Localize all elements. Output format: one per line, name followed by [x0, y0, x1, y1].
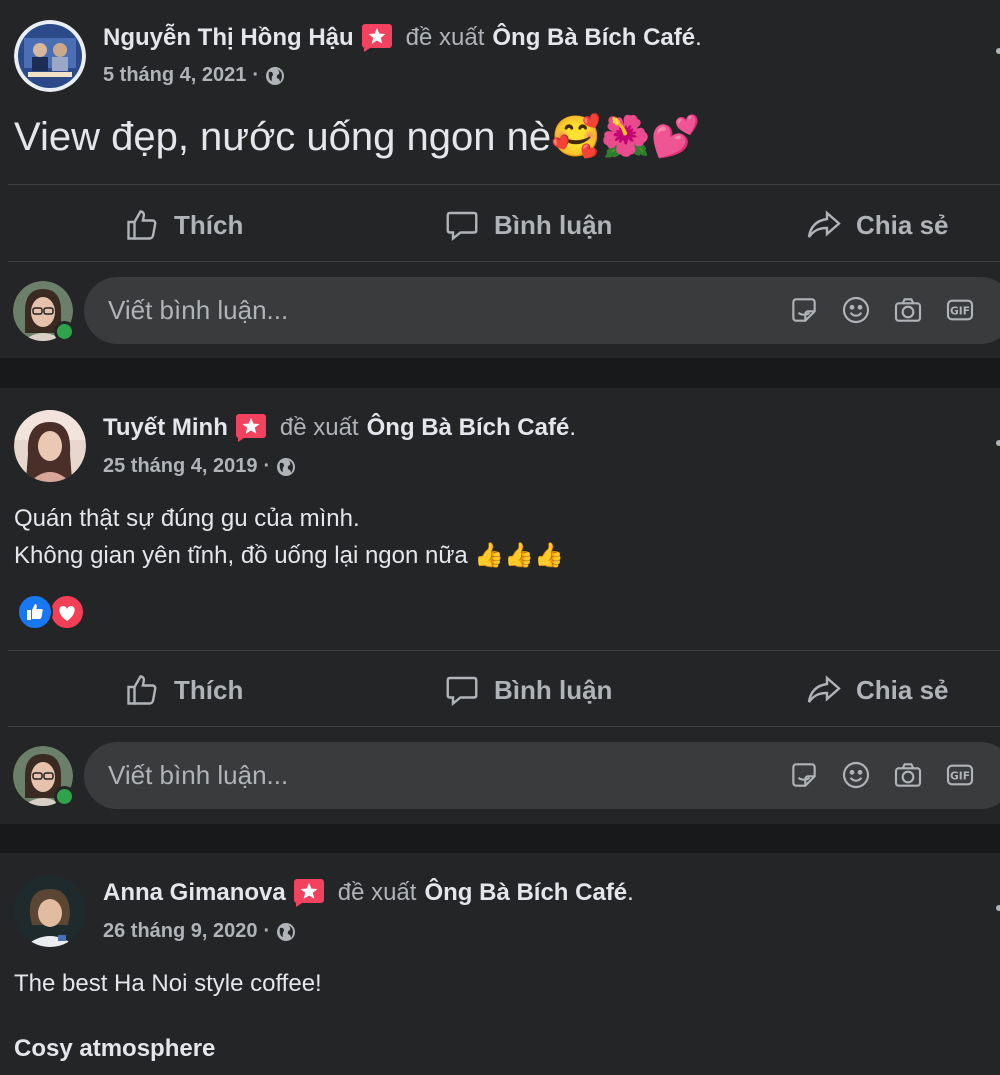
page-name-link[interactable]: Ông Bà Bích Café	[367, 414, 570, 442]
comment-input-box[interactable]: GIF	[84, 742, 1000, 809]
more-options-icon[interactable]	[996, 48, 1000, 54]
date-separator: ·	[263, 920, 271, 942]
post-text-line: Quán thật sự đúng gu của mình.	[14, 505, 360, 532]
thumbs-up-icon	[127, 675, 157, 705]
sticker-icon[interactable]	[788, 294, 820, 326]
post-header: Nguyễn Thị Hồng Hậu đề xuất Ông Bà Bích …	[103, 24, 702, 52]
post-header: Anna Gimanova đề xuất Ông Bà Bích Café .	[103, 879, 634, 907]
comment-label: Bình luận	[494, 209, 613, 240]
comment-input-box[interactable]: GIF	[84, 277, 1000, 344]
like-reaction-icon	[17, 594, 53, 630]
more-options-icon[interactable]	[996, 905, 1000, 911]
post-text-line: The best Ha Noi style coffee!	[14, 970, 322, 997]
comment-composer: GIF	[0, 742, 1000, 812]
post-text-line: Không gian yên tĩnh, đồ uống lại ngon nữ…	[14, 542, 565, 569]
comment-input[interactable]	[106, 759, 750, 792]
post-date[interactable]: 5 tháng 4, 2021	[103, 64, 246, 87]
period: .	[569, 414, 576, 441]
current-user-avatar[interactable]	[13, 746, 75, 807]
divider	[8, 261, 1000, 262]
globe-icon	[265, 66, 285, 86]
gif-icon[interactable]: GIF	[944, 294, 976, 326]
smiley-icon[interactable]	[840, 759, 872, 791]
date-separator: ·	[252, 64, 260, 86]
share-label: Chia sẻ	[856, 674, 949, 705]
comment-button[interactable]: Bình luận	[444, 660, 612, 720]
period: .	[627, 879, 634, 906]
post-text-line: Cosy atmosphere	[14, 1035, 216, 1062]
post-meta: 5 tháng 4, 2021 ·	[103, 64, 285, 87]
like-label: Thích	[174, 674, 244, 705]
author-avatar[interactable]	[14, 410, 86, 482]
online-status-dot	[54, 321, 75, 342]
author-avatar[interactable]	[14, 20, 86, 92]
divider	[8, 650, 1000, 651]
current-user-avatar[interactable]	[13, 281, 75, 342]
svg-text:GIF: GIF	[950, 305, 970, 318]
love-reaction-icon	[49, 594, 85, 630]
comment-composer: GIF	[0, 277, 1000, 347]
speech-bubble-icon	[446, 211, 478, 241]
page-name-link[interactable]: Ông Bà Bích Café	[424, 879, 627, 907]
sticker-icon[interactable]	[788, 759, 820, 791]
post-header: Tuyết Minh đề xuất Ông Bà Bích Café .	[103, 414, 576, 442]
comment-label: Bình luận	[494, 674, 613, 705]
author-name[interactable]: Anna Gimanova	[103, 879, 286, 907]
comment-input[interactable]	[106, 294, 750, 327]
globe-icon	[276, 457, 296, 477]
speech-bubble-icon	[446, 676, 478, 706]
camera-icon[interactable]	[892, 759, 924, 791]
divider	[8, 726, 1000, 727]
share-arrow-icon	[807, 210, 841, 238]
comment-button[interactable]: Bình luận	[444, 195, 612, 255]
review-post: Anna Gimanova đề xuất Ông Bà Bích Café .…	[0, 853, 1000, 1075]
date-separator: ·	[263, 455, 271, 477]
reaction-summary[interactable]	[17, 594, 87, 630]
smiley-icon[interactable]	[840, 294, 872, 326]
recommend-flag-icon	[235, 414, 266, 442]
page-name-link[interactable]: Ông Bà Bích Café	[492, 24, 695, 52]
post-meta: 25 tháng 4, 2019 ·	[103, 455, 296, 478]
author-name[interactable]: Tuyết Minh	[103, 414, 228, 442]
recommend-text: đề xuất	[337, 879, 417, 906]
recommend-text: đề xuất	[279, 414, 359, 441]
thumbs-up-icon	[127, 210, 157, 240]
review-post: Tuyết Minh đề xuất Ông Bà Bích Café . 25…	[0, 388, 1000, 824]
share-button[interactable]: Chia sẻ	[806, 195, 949, 255]
gif-icon[interactable]: GIF	[944, 759, 976, 791]
svg-text:GIF: GIF	[950, 770, 970, 783]
camera-icon[interactable]	[892, 294, 924, 326]
divider	[8, 184, 1000, 185]
recommend-flag-icon	[361, 24, 392, 52]
post-actions: Thích Bình luận Chia sẻ	[0, 195, 1000, 255]
post-date[interactable]: 25 tháng 4, 2019	[103, 455, 258, 478]
post-date[interactable]: 26 tháng 9, 2020	[103, 920, 258, 943]
post-meta: 26 tháng 9, 2020 ·	[103, 920, 296, 943]
like-label: Thích	[174, 209, 244, 240]
author-name[interactable]: Nguyễn Thị Hồng Hậu	[103, 24, 354, 52]
share-label: Chia sẻ	[856, 209, 949, 240]
recommend-flag-icon	[293, 879, 324, 907]
share-button[interactable]: Chia sẻ	[806, 660, 949, 720]
globe-icon	[276, 922, 296, 942]
like-button[interactable]: Thích	[124, 660, 243, 720]
more-options-icon[interactable]	[996, 440, 1000, 446]
period: .	[695, 24, 702, 51]
like-button[interactable]: Thích	[124, 195, 243, 255]
recommend-text: đề xuất	[405, 24, 485, 51]
author-avatar[interactable]	[14, 875, 86, 947]
post-actions: Thích Bình luận Chia sẻ	[0, 660, 1000, 720]
share-arrow-icon	[807, 675, 841, 703]
post-text: View đẹp, nước uống ngon nè🥰🌺💕	[14, 115, 701, 159]
review-post: Nguyễn Thị Hồng Hậu đề xuất Ông Bà Bích …	[0, 0, 1000, 358]
online-status-dot	[54, 786, 75, 807]
